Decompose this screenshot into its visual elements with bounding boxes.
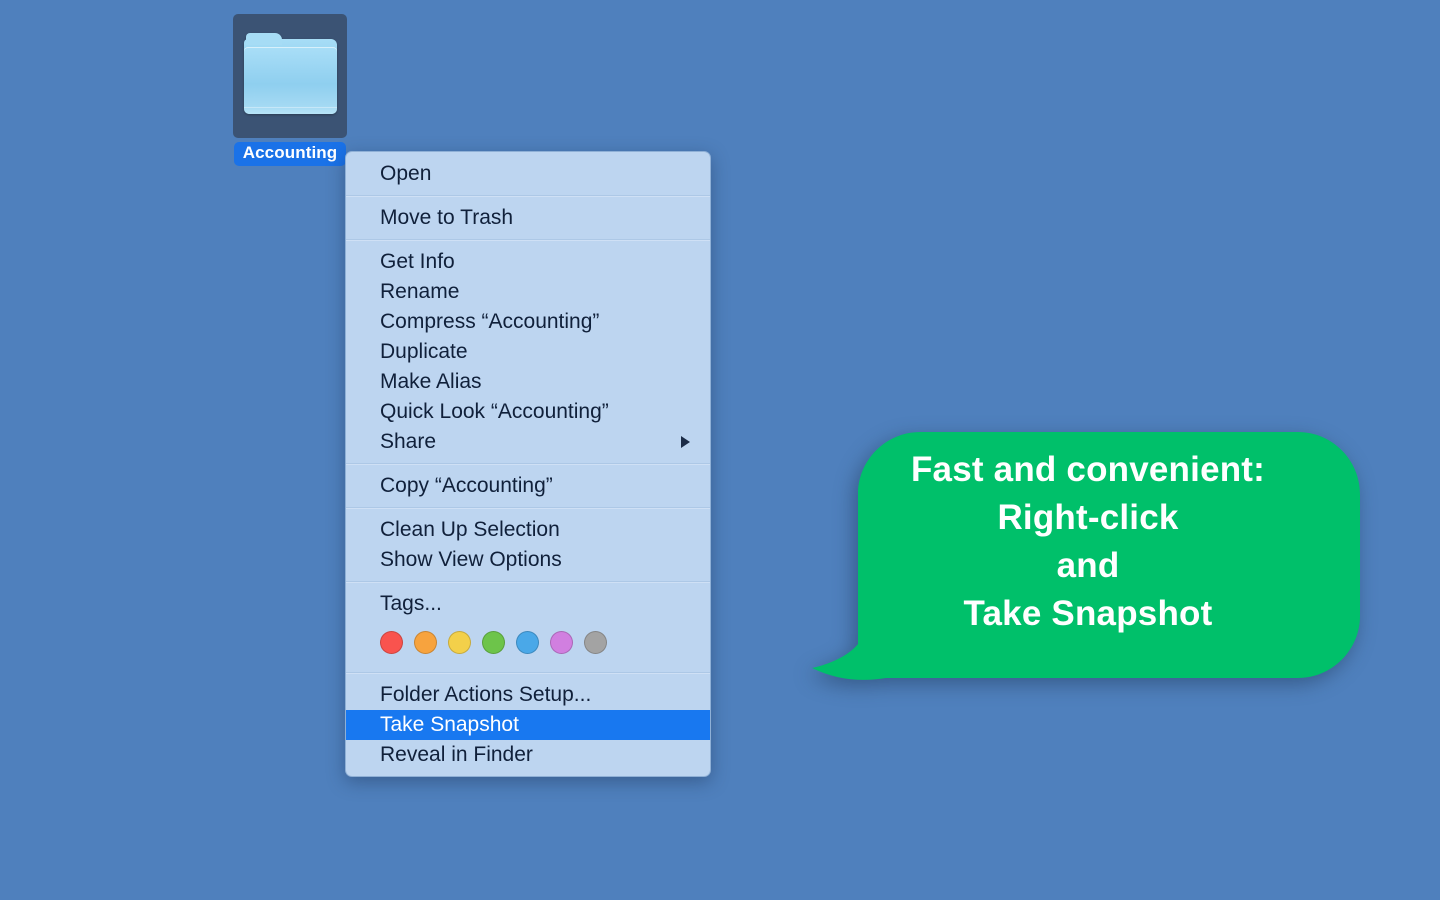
menu-item-make-alias[interactable]: Make Alias [346,367,710,397]
menu-item-label: Clean Up Selection [380,518,560,541]
menu-section-file-actions: Get Info Rename Compress “Accounting” Du… [346,239,710,463]
menu-item-label: Folder Actions Setup... [380,683,592,706]
menu-item-label: Copy “Accounting” [380,474,553,497]
callout-bubble: Fast and convenient: Right-click and Tak… [800,432,1360,692]
menu-item-quick-look[interactable]: Quick Look “Accounting” [346,397,710,427]
folder-icon [243,32,337,114]
tag-dot-orange[interactable] [414,631,437,654]
menu-item-label: Quick Look “Accounting” [380,400,609,423]
callout-line-2: Right-click [997,498,1179,537]
tag-dot-purple[interactable] [550,631,573,654]
menu-item-label: Reveal in Finder [380,743,533,766]
menu-item-move-to-trash[interactable]: Move to Trash [346,203,710,233]
callout-text: Fast and convenient: Right-click and Tak… [824,446,1352,638]
tag-color-swatches [346,619,710,654]
menu-item-rename[interactable]: Rename [346,277,710,307]
menu-item-label: Open [380,162,432,185]
folder-label: Accounting [233,142,347,166]
menu-item-duplicate[interactable]: Duplicate [346,337,710,367]
folder-selection-tile[interactable] [233,14,347,138]
tag-dot-blue[interactable] [516,631,539,654]
context-menu[interactable]: Open Move to Trash Get Info Rename Compr… [345,151,711,777]
menu-item-label: Get Info [380,250,455,273]
menu-item-label: Move to Trash [380,206,514,229]
desktop-folder-accounting[interactable]: Accounting [232,14,348,166]
menu-item-open[interactable]: Open [346,159,710,189]
menu-item-compress[interactable]: Compress “Accounting” [346,307,710,337]
callout-line-4: Take Snapshot [963,594,1213,633]
menu-item-label: Rename [380,280,460,303]
menu-item-take-snapshot[interactable]: Take Snapshot [346,710,710,740]
tag-dot-green[interactable] [482,631,505,654]
menu-item-label: Make Alias [380,370,482,393]
menu-item-tags[interactable]: Tags... [346,589,710,619]
menu-item-get-info[interactable]: Get Info [346,247,710,277]
folder-icon-tab [245,32,282,45]
menu-item-clean-up-selection[interactable]: Clean Up Selection [346,515,710,545]
desktop-background: Accounting Open Move to Trash Get Info R… [0,0,1440,900]
menu-section-services: Folder Actions Setup... Take Snapshot Re… [346,672,710,776]
menu-section-copy: Copy “Accounting” [346,463,710,507]
menu-item-label: Tags... [380,592,442,615]
menu-item-folder-actions-setup[interactable]: Folder Actions Setup... [346,680,710,710]
menu-item-share[interactable]: Share [346,427,710,457]
menu-item-reveal-in-finder[interactable]: Reveal in Finder [346,740,710,770]
menu-item-copy[interactable]: Copy “Accounting” [346,471,710,501]
menu-section-open: Open [346,152,710,195]
menu-item-label: Take Snapshot [380,713,519,736]
tag-dot-yellow[interactable] [448,631,471,654]
menu-item-label: Share [380,430,437,453]
callout-line-1: Fast and convenient: [910,450,1266,489]
menu-section-view: Clean Up Selection Show View Options [346,507,710,581]
callout-line-3: and [1056,546,1120,585]
menu-item-label: Show View Options [380,548,562,571]
chevron-right-icon [681,436,690,448]
menu-item-label: Duplicate [380,340,468,363]
tag-dot-red[interactable] [380,631,403,654]
tag-dot-gray[interactable] [584,631,607,654]
folder-icon-front [243,46,337,114]
menu-section-tags: Tags... [346,581,710,672]
menu-item-show-view-options[interactable]: Show View Options [346,545,710,575]
menu-section-trash: Move to Trash [346,195,710,239]
menu-item-label: Compress “Accounting” [380,310,600,333]
